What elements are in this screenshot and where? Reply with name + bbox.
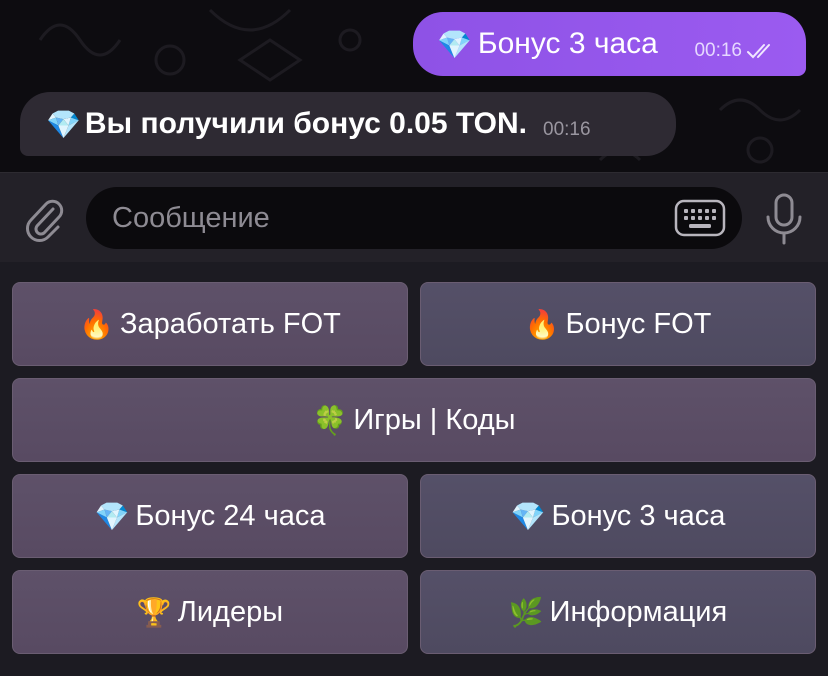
bonus-fot-button[interactable]: 🔥 Бонус FOT bbox=[420, 282, 816, 366]
button-label: Бонус 3 часа bbox=[551, 499, 726, 532]
microphone-icon[interactable] bbox=[760, 191, 808, 247]
chat-area: 💎 Бонус 3 часа 00:16 💎 Вы получили бонус… bbox=[0, 0, 828, 172]
information-button[interactable]: 🌿 Информация bbox=[420, 570, 816, 654]
games-codes-button[interactable]: 🍀 Игры | Коды bbox=[12, 378, 816, 462]
paperclip-icon[interactable] bbox=[20, 195, 68, 243]
message-input-placeholder: Сообщение bbox=[112, 201, 270, 234]
outgoing-message[interactable]: 💎 Бонус 3 часа 00:16 bbox=[413, 12, 806, 76]
button-label: Игры | Коды bbox=[353, 403, 516, 436]
button-label: Лидеры bbox=[177, 595, 284, 628]
diamond-icon: 💎 bbox=[46, 108, 81, 140]
bonus-3h-button[interactable]: 💎 Бонус 3 часа bbox=[420, 474, 816, 558]
fire-icon: 🔥 bbox=[524, 308, 560, 340]
leaders-button[interactable]: 🏆 Лидеры bbox=[12, 570, 408, 654]
outgoing-message-text: Бонус 3 часа bbox=[477, 27, 658, 60]
incoming-message[interactable]: 💎 Вы получили бонус 0.05 TON. 00:16 bbox=[20, 92, 676, 156]
incoming-message-text: Вы получили бонус 0.05 TON. bbox=[84, 107, 528, 140]
button-label: Бонус FOT bbox=[565, 307, 712, 340]
outgoing-message-meta: 00:16 bbox=[694, 40, 776, 62]
fire-icon: 🔥 bbox=[79, 308, 114, 340]
trophy-icon: 🏆 bbox=[136, 596, 172, 628]
bot-keyboard: 🔥 Заработать FOT 🔥 Бонус FOT 🍀 Игры | Ко… bbox=[0, 262, 828, 676]
button-label: Бонус 24 часа bbox=[135, 499, 326, 532]
button-label: Информация bbox=[549, 595, 728, 628]
message-input[interactable]: Сообщение bbox=[86, 187, 742, 249]
button-label: Заработать FOT bbox=[119, 307, 341, 340]
diamond-icon: 💎 bbox=[510, 500, 546, 532]
leaf-icon: 🌿 bbox=[508, 596, 544, 628]
earn-fot-button[interactable]: 🔥 Заработать FOT bbox=[12, 282, 408, 366]
message-time: 00:16 bbox=[694, 40, 742, 61]
keyboard-icon[interactable] bbox=[674, 199, 726, 237]
diamond-icon: 💎 bbox=[94, 500, 130, 532]
message-composer: Сообщение bbox=[0, 172, 828, 262]
diamond-icon: 💎 bbox=[437, 28, 472, 60]
bonus-24h-button[interactable]: 💎 Бонус 24 часа bbox=[12, 474, 408, 558]
message-time: 00:16 bbox=[543, 119, 591, 140]
clover-icon: 🍀 bbox=[312, 404, 348, 436]
double-check-icon bbox=[747, 44, 770, 59]
